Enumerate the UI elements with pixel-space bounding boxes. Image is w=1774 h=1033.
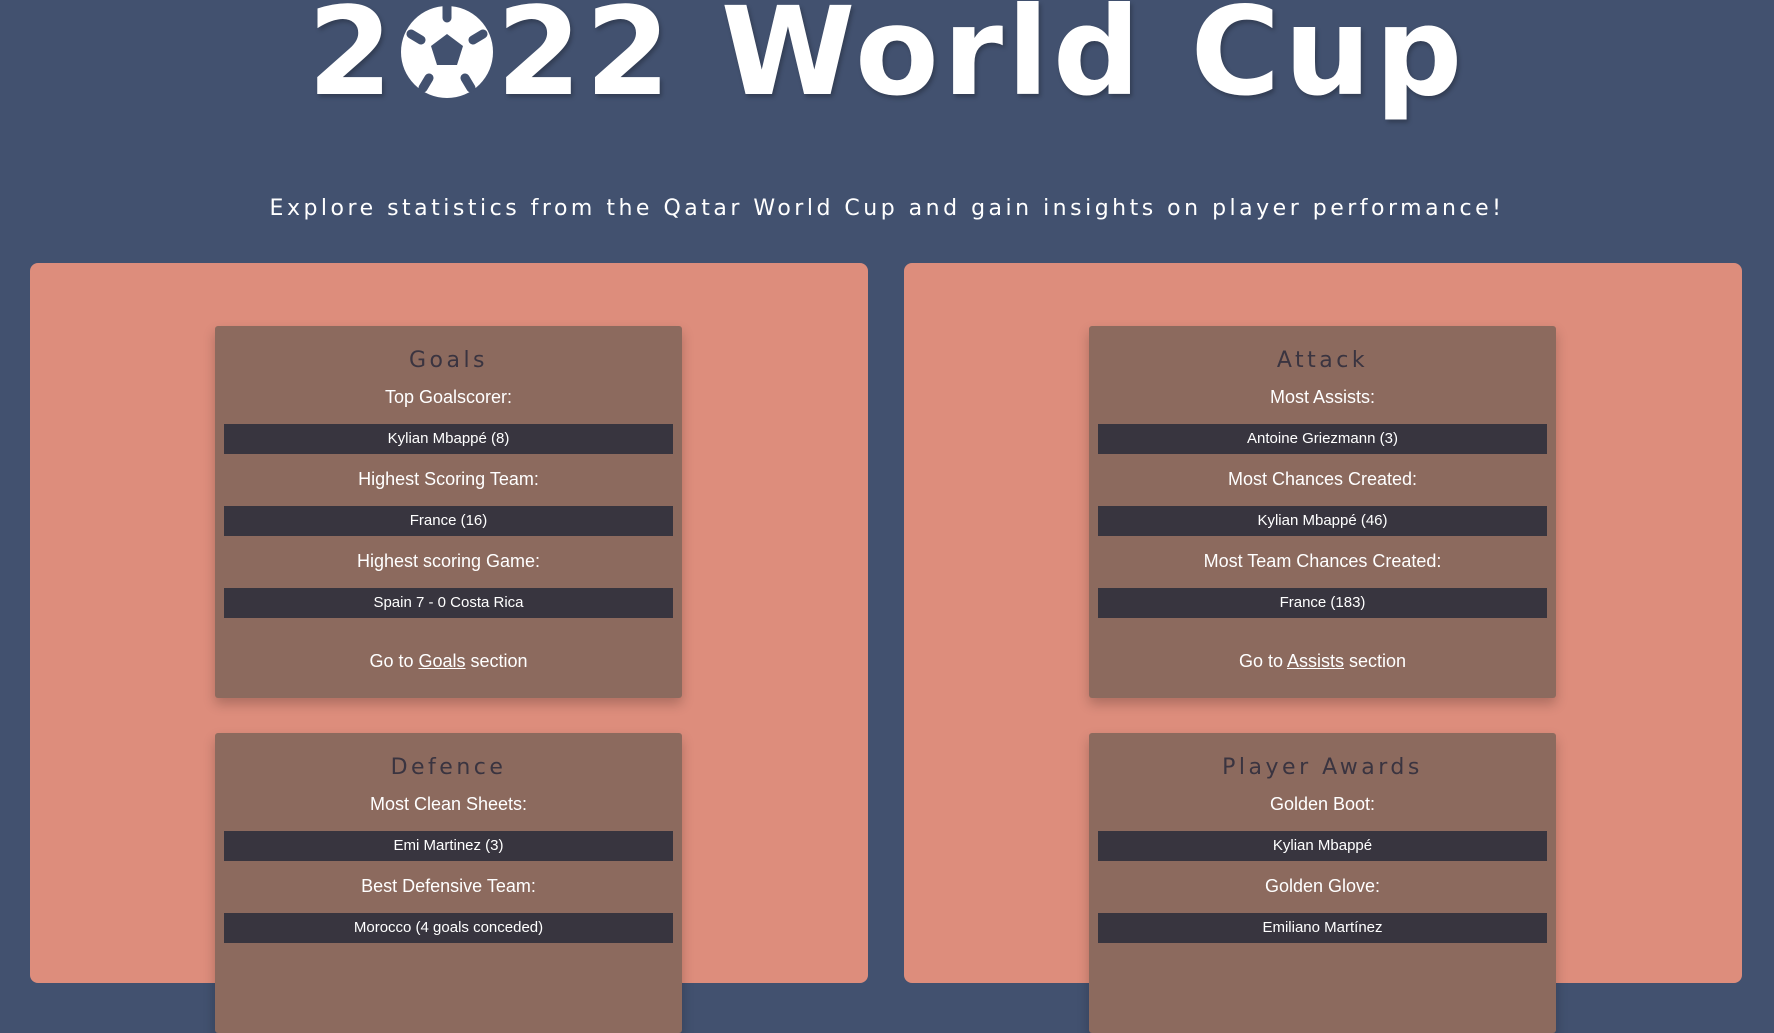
left-panel: Goals Top Goalscorer: Kylian Mbappé (8) … xyxy=(30,263,868,1033)
stat-label: Most Assists: xyxy=(1269,387,1376,407)
title-prefix: 2 xyxy=(307,0,397,123)
goto-prefix: Go to xyxy=(1238,651,1287,671)
title-suffix: 22 World Cup xyxy=(496,0,1467,123)
stat-value: Antoine Griezmann (3) xyxy=(1098,424,1547,454)
stat-label: Highest Scoring Team: xyxy=(358,469,539,489)
right-panel: Attack Most Assists: Antoine Griezmann (… xyxy=(904,263,1742,1033)
stat-label: Golden Glove: xyxy=(1264,876,1381,896)
page-subtitle: Explore statistics from the Qatar World … xyxy=(269,196,1505,221)
stat-label: Most Chances Created: xyxy=(1227,469,1418,489)
stat-value: Emiliano Martínez xyxy=(1098,913,1547,943)
goals-section-link[interactable]: Goals xyxy=(418,651,465,671)
hero-header: 2 22 World Cup xyxy=(0,0,1774,122)
page-title: 2 22 World Cup xyxy=(0,0,1774,122)
stat-value: Spain 7 - 0 Costa Rica xyxy=(224,588,673,618)
soccer-ball-icon xyxy=(399,0,495,98)
goto-suffix: section xyxy=(465,651,528,671)
stat-value: France (16) xyxy=(224,506,673,536)
stat-value: Emi Martinez (3) xyxy=(224,831,673,861)
stat-label: Most Clean Sheets: xyxy=(369,794,528,814)
goto-assists: Go to Assists section xyxy=(1089,651,1556,672)
awards-card: Player Awards Golden Boot: Kylian Mbappé… xyxy=(1089,733,1556,1033)
stat-label: Highest scoring Game: xyxy=(356,551,541,571)
goto-prefix: Go to xyxy=(369,651,419,671)
goto-suffix: section xyxy=(1344,651,1407,671)
stat-value: Kylian Mbappé (8) xyxy=(224,424,673,454)
stat-value: Morocco (4 goals conceded) xyxy=(224,913,673,943)
stat-value: Kylian Mbappé (46) xyxy=(1098,506,1547,536)
card-title: Defence xyxy=(390,755,507,780)
goals-card: Goals Top Goalscorer: Kylian Mbappé (8) … xyxy=(215,326,682,698)
stat-value: France (183) xyxy=(1098,588,1547,618)
attack-card: Attack Most Assists: Antoine Griezmann (… xyxy=(1089,326,1556,698)
card-title: Goals xyxy=(408,348,489,373)
assists-section-link[interactable]: Assists xyxy=(1287,651,1344,671)
stat-label: Best Defensive Team: xyxy=(361,876,536,896)
stat-label: Most Team Chances Created: xyxy=(1203,551,1442,571)
stat-label: Golden Boot: xyxy=(1269,794,1376,814)
card-title: Attack xyxy=(1276,348,1369,373)
defence-card: Defence Most Clean Sheets: Emi Martinez … xyxy=(215,733,682,1033)
goto-goals: Go to Goals section xyxy=(215,651,682,672)
card-title: Player Awards xyxy=(1222,755,1423,780)
stat-value: Kylian Mbappé xyxy=(1098,831,1547,861)
stat-label: Top Goalscorer: xyxy=(384,387,513,407)
